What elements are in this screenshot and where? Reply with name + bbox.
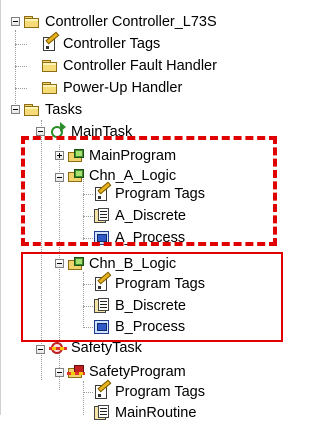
- safety-task-icon: [49, 340, 67, 356]
- folder-icon: [23, 14, 41, 30]
- channel-a-highlight-dashed-box: [21, 136, 277, 246]
- collapse-toggle[interactable]: [36, 127, 45, 136]
- tree-item-controller-fault-handler[interactable]: Controller Fault Handler: [41, 56, 217, 76]
- tree-guide-line: [15, 44, 27, 45]
- tree-guide-line: [83, 381, 84, 415]
- collapse-toggle[interactable]: [36, 345, 45, 354]
- tree-item-controller-tags[interactable]: Controller Tags: [41, 31, 161, 54]
- tree-item-label: Controller Controller_L73S: [45, 14, 217, 30]
- tree-item-label: Program Tags: [115, 384, 205, 400]
- tree-item-label: Controller Fault Handler: [63, 58, 217, 74]
- folder-icon: [41, 80, 59, 96]
- folder-icon: [41, 58, 59, 74]
- tree-item-label: MainRoutine: [115, 405, 197, 421]
- collapse-toggle[interactable]: [11, 17, 20, 26]
- tree-item-label: Power-Up Handler: [63, 80, 183, 96]
- tree-guide-line: [15, 30, 16, 112]
- channel-b-highlight-solid-box: [21, 252, 283, 342]
- tree-item-label: Tasks: [45, 102, 83, 118]
- tree-item-tasks[interactable]: Tasks: [23, 100, 82, 120]
- folder-icon: [23, 102, 41, 118]
- safety-program-icon: [67, 364, 85, 380]
- ladder-routine-icon: [93, 405, 111, 421]
- project-tree: Controller Controller_L73S Controller Ta…: [1, 0, 332, 421]
- tree-item-safety-program-tags[interactable]: Program Tags: [93, 379, 205, 402]
- tree-item-safety-program[interactable]: SafetyProgram: [67, 362, 186, 382]
- tree-item-label: Controller Tags: [63, 36, 161, 52]
- controller-organizer-tree-pane: Controller Controller_L73S Controller Ta…: [0, 0, 332, 421]
- tree-item-label: SafetyProgram: [89, 364, 186, 380]
- tree-guide-line: [15, 66, 27, 67]
- collapse-toggle[interactable]: [55, 368, 64, 377]
- tree-item-controller[interactable]: Controller Controller_L73S: [23, 12, 217, 32]
- tree-guide-line: [15, 88, 27, 89]
- tree-guide-line: [83, 392, 93, 393]
- tags-icon: [41, 31, 60, 52]
- collapse-toggle[interactable]: [11, 105, 20, 114]
- tree-item-power-up-handler[interactable]: Power-Up Handler: [41, 78, 182, 98]
- tags-icon: [93, 379, 112, 400]
- tree-item-main-routine[interactable]: MainRoutine: [93, 403, 196, 423]
